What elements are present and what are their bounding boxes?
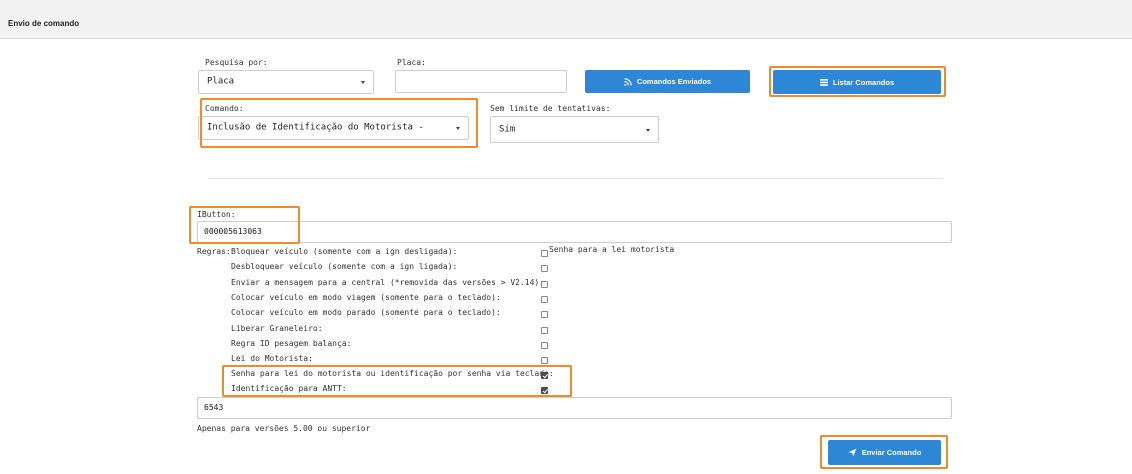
retry-limit-select[interactable]: Sim [490, 116, 659, 143]
rule-checkbox-send-message[interactable] [541, 281, 548, 288]
highlight-checked-rules [222, 365, 572, 397]
highlight-ibutton [189, 206, 300, 244]
sent-commands-button[interactable]: Comandos Enviados [585, 70, 750, 93]
driver-law-password-option: Senha para a lei motorista [549, 245, 675, 254]
rule-label-unblock-vehicle: Desbloquear veículo (somente com a ign l… [231, 262, 458, 271]
rule-label-driver-law: Lei do Motorista: [231, 354, 313, 363]
password-input[interactable]: 6543 [197, 397, 952, 419]
rule-label-send-message: Enviar a mensagem para a central (*remov… [231, 278, 545, 287]
highlight-send-command [820, 435, 948, 469]
section-divider [208, 178, 943, 179]
rule-checkbox-unblock-vehicle[interactable] [541, 265, 548, 272]
retry-limit-label: Sem limite de tentativas: [490, 104, 611, 113]
rss-icon [624, 77, 632, 86]
highlight-list-commands [769, 66, 946, 97]
rule-checkbox-driver-law[interactable] [541, 357, 548, 364]
sent-commands-label: Comandos Enviados [636, 77, 712, 86]
rule-label-weighing-id: Regra ID pesagem balança: [231, 339, 352, 348]
ibutton-input[interactable]: 000005613063 [197, 221, 952, 243]
chevron-down-icon [646, 128, 650, 132]
password-value: 6543 [204, 403, 224, 412]
rule-label-release-grain: Liberar Graneleiro: [231, 324, 323, 333]
rule-checkbox-stopped-mode[interactable] [541, 311, 548, 318]
rule-checkbox-block-vehicle[interactable] [541, 250, 548, 257]
rules-label: Regras: [197, 247, 231, 256]
chevron-down-icon [361, 81, 365, 84]
rule-checkbox-release-grain[interactable] [541, 327, 548, 334]
page-title: Envio de comando [8, 19, 80, 28]
version-note: Apenas para versões 5.00 ou superior [197, 424, 371, 433]
search-by-select[interactable]: Placa [198, 70, 374, 94]
rule-checkbox-weighing-id[interactable] [541, 342, 548, 349]
page-header: Envio de comando [0, 0, 1132, 39]
search-by-label: Pesquisa por: [205, 58, 268, 67]
rule-label-travel-mode: Colocar veículo em modo viagem (somente … [231, 293, 501, 302]
plate-input[interactable] [395, 70, 567, 93]
search-by-value: Placa [207, 76, 235, 87]
rule-label-stopped-mode: Colocar veículo em modo parado (somente … [231, 308, 501, 317]
rule-checkbox-travel-mode[interactable] [541, 296, 548, 303]
rule-label-block-vehicle: Bloquear veículo (somente com a ign desl… [231, 247, 458, 256]
retry-limit-value: Sim [499, 124, 516, 134]
plate-label: Placa: [397, 58, 426, 67]
highlight-command [200, 98, 478, 148]
